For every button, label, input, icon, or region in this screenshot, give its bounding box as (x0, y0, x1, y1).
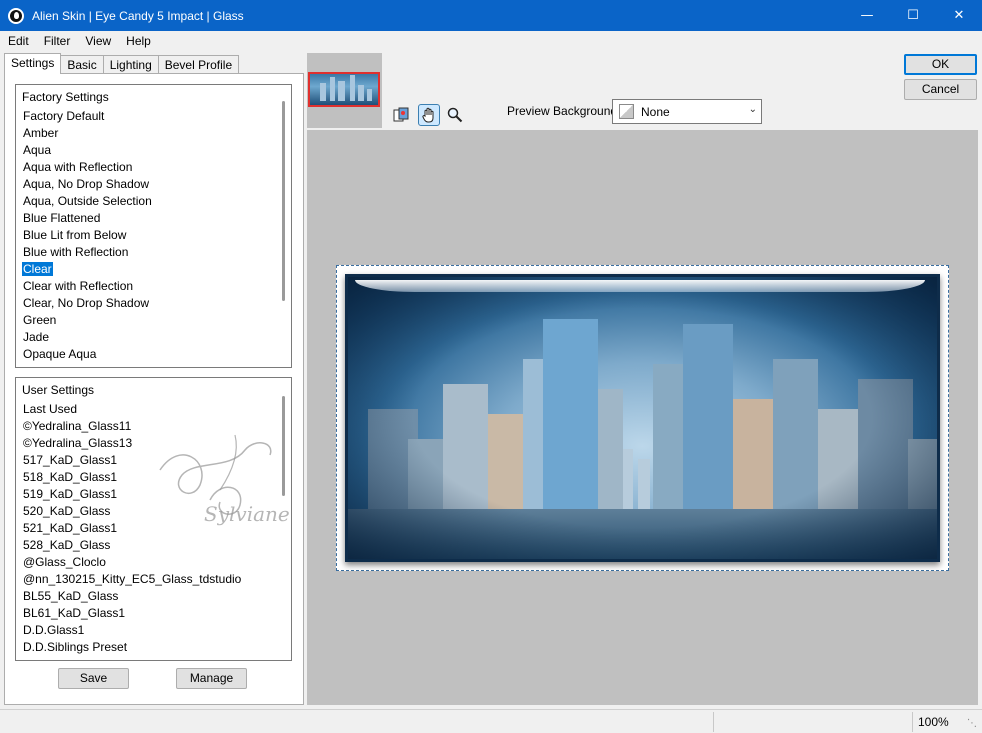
list-item-label: @nn_130215_Kitty_EC5_Glass_tdstudio (23, 572, 242, 586)
list-item[interactable]: Clear (16, 261, 291, 278)
tab-basic[interactable]: Basic (60, 55, 104, 74)
list-item-label: D.D.Siblings Preset (23, 640, 128, 654)
zoom-icon (447, 107, 463, 123)
list-item-label: Jade (23, 330, 50, 344)
list-item[interactable]: Blue Lit from Below (16, 227, 291, 244)
close-button[interactable]: ✕ (936, 0, 982, 31)
status-bar: 100% ⋱ (0, 709, 982, 733)
list-item-label: D.D.Glass1 (23, 623, 85, 637)
list-item-label: Opaque Aqua (23, 347, 97, 361)
menu-filter[interactable]: Filter (36, 34, 78, 48)
menu-edit[interactable]: Edit (0, 34, 36, 48)
list-item-label: 521_KaD_Glass1 (23, 521, 118, 535)
list-item-label: Aqua, No Drop Shadow (23, 177, 150, 191)
list-item-label: BL55_KaD_Glass (23, 589, 119, 603)
list-item[interactable]: Factory Default (16, 108, 291, 125)
list-item-label: Amber (23, 126, 59, 140)
list-item-label: 520_KaD_Glass (23, 504, 111, 518)
tab-lighting[interactable]: Lighting (102, 55, 159, 74)
menu-view[interactable]: View (77, 34, 118, 48)
hand-icon (422, 107, 434, 123)
menu-bar: Edit Filter View Help (0, 31, 982, 51)
navigator-area (307, 53, 382, 128)
list-item[interactable]: @Glass_Cloclo (16, 554, 291, 571)
zoom-tool-button[interactable] (444, 104, 466, 126)
list-item-label: ©Yedralina_Glass13 (23, 436, 133, 450)
list-item[interactable]: Clear with Reflection (16, 278, 291, 295)
list-item-label: Clear with Reflection (23, 279, 134, 293)
list-item-label: Last Used (23, 402, 78, 416)
list-item-label: 528_KaD_Glass (23, 538, 111, 552)
preview-background-value: None (641, 104, 670, 119)
list-item-label: @Glass_Cloclo (23, 555, 106, 569)
list-item[interactable]: @nn_130215_Kitty_EC5_Glass_tdstudio (16, 571, 291, 588)
title-bar: Alien Skin | Eye Candy 5 Impact | Glass … (0, 0, 982, 31)
list-item[interactable]: Green (16, 312, 291, 329)
list-item[interactable]: D.D.Glass1 (16, 622, 291, 639)
ok-button[interactable]: OK (904, 54, 977, 75)
list-item-label: 519_KaD_Glass1 (23, 487, 118, 501)
list-item-label: ©Yedralina_Glass11 (23, 419, 132, 433)
list-item-label: Aqua (23, 143, 52, 157)
preview-background-label: Preview Background: (507, 104, 621, 118)
city-photo (348, 277, 937, 559)
list-item[interactable]: Aqua (16, 142, 291, 159)
list-item-label: Blue Flattened (23, 211, 101, 225)
app-icon[interactable] (8, 7, 24, 24)
settings-tabs: Settings Basic Lighting Bevel Profile (4, 53, 240, 74)
list-item[interactable]: BL55_KaD_Glass (16, 588, 291, 605)
list-item[interactable]: Aqua, No Drop Shadow (16, 176, 291, 193)
list-item-label: Green (23, 313, 57, 327)
cancel-button[interactable]: Cancel (904, 79, 977, 100)
list-item[interactable]: Blue with Reflection (16, 244, 291, 261)
zoom-level: 100% (918, 715, 949, 729)
tab-settings[interactable]: Settings (4, 53, 62, 74)
list-item[interactable]: Last Used (16, 401, 291, 418)
tab-bevel-profile[interactable]: Bevel Profile (157, 55, 240, 74)
list-item[interactable]: Clear, No Drop Shadow (16, 295, 291, 312)
list-item[interactable]: BL61_KaD_Glass1 (16, 605, 291, 622)
list-item-label: Clear (22, 262, 53, 276)
hand-tool-button[interactable] (418, 104, 440, 126)
factory-settings-list[interactable]: Factory Settings Factory Default Amber Aqu… (15, 84, 292, 368)
list-item[interactable]: Aqua, Outside Selection (16, 193, 291, 210)
menu-help[interactable]: Help (118, 34, 158, 48)
glass-highlight (355, 280, 925, 292)
navigator-thumbnail[interactable] (308, 72, 380, 107)
list-item-label: Aqua, Outside Selection (23, 194, 152, 208)
factory-settings-header: Factory Settings (22, 90, 109, 104)
list-item[interactable]: D.D.Siblings Preset (16, 639, 291, 656)
list-item[interactable]: Jade (16, 329, 291, 346)
watermark-text: Sylviane (204, 502, 290, 526)
factory-list-scrollbar[interactable] (282, 101, 285, 301)
background-swatch-icon (619, 104, 634, 119)
maximize-button[interactable]: ☐ (890, 0, 936, 31)
list-item-label: 518_KaD_Glass1 (23, 470, 118, 484)
list-item[interactable]: Opaque Aqua (16, 346, 291, 363)
resize-grip-icon[interactable]: ⋱ (967, 718, 979, 730)
list-item-label: 517_KaD_Glass1 (23, 453, 118, 467)
list-item[interactable]: Aqua with Reflection (16, 159, 291, 176)
list-item-label: Blue with Reflection (23, 245, 129, 259)
glass-effect-preview (345, 274, 940, 562)
preview-canvas[interactable] (307, 130, 978, 705)
list-item[interactable]: Blue Flattened (16, 210, 291, 227)
save-button[interactable]: Save (58, 668, 129, 689)
list-item-label: Clear, No Drop Shadow (23, 296, 150, 310)
watermark: Sylviane (150, 430, 300, 540)
preview-toggle-icon (393, 107, 409, 122)
list-item[interactable]: Amber (16, 125, 291, 142)
window-title: Alien Skin | Eye Candy 5 Impact | Glass (32, 8, 244, 23)
preview-image-frame (336, 265, 949, 571)
preview-background-select[interactable]: None ⌄ (612, 99, 762, 124)
list-item-label: Factory Default (23, 109, 105, 123)
minimize-button[interactable]: — (844, 0, 890, 31)
preview-toggle-button[interactable] (390, 104, 412, 126)
chevron-down-icon: ⌄ (748, 104, 757, 115)
manage-button[interactable]: Manage (176, 668, 247, 689)
list-item-label: BL61_KaD_Glass1 (23, 606, 126, 620)
list-item-label: Aqua with Reflection (23, 160, 133, 174)
list-item-label: Blue Lit from Below (23, 228, 127, 242)
user-settings-header: User Settings (22, 383, 95, 397)
